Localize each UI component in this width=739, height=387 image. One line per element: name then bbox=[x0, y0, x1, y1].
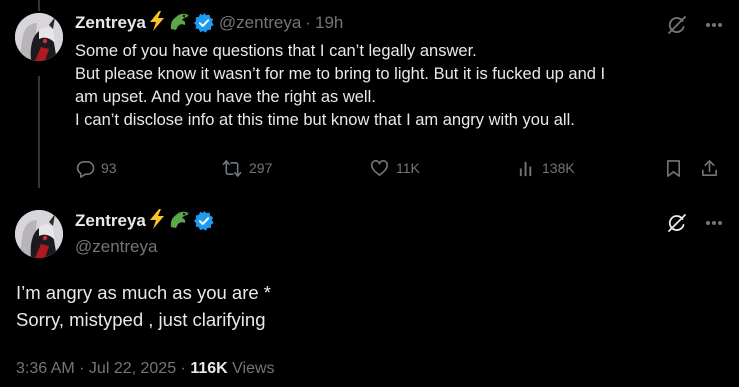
avatar[interactable] bbox=[15, 210, 63, 258]
lightning-emoji bbox=[148, 208, 166, 234]
reply-button[interactable]: 93 bbox=[76, 159, 117, 178]
tweet-header: Zentreya bbox=[75, 208, 214, 234]
like-count: 11K bbox=[396, 160, 420, 176]
handle[interactable]: @zentreya bbox=[219, 13, 301, 33]
tweet-body: Some of you have questions that I can’t … bbox=[75, 40, 725, 132]
avatar[interactable] bbox=[15, 13, 63, 61]
separator-dot: · bbox=[305, 13, 312, 32]
views-chart-icon bbox=[519, 161, 532, 176]
crocodile-emoji bbox=[168, 209, 190, 234]
display-name[interactable]: Zentreya bbox=[75, 13, 146, 33]
thread-line-top bbox=[38, 0, 40, 11]
tweet-line: But please know it wasn’t for me to brin… bbox=[75, 65, 606, 83]
lightning-emoji bbox=[148, 10, 166, 36]
verified-badge-icon[interactable] bbox=[193, 211, 214, 231]
tweet-header: Zentreya @zentreya · 19h bbox=[75, 10, 343, 36]
avatar-image bbox=[15, 210, 63, 258]
handle[interactable]: @zentreya bbox=[75, 237, 157, 257]
crocodile-emoji bbox=[168, 11, 190, 36]
tweet-line: am upset. And you have the right as well… bbox=[75, 88, 376, 106]
repost-count: 297 bbox=[249, 160, 273, 176]
views-total: 116K bbox=[190, 360, 228, 377]
tweet-meta: 3:36 AM · Jul 22, 2025 · 116K Views bbox=[16, 360, 275, 378]
grok-icon[interactable] bbox=[667, 213, 687, 233]
views-button[interactable]: 138K bbox=[517, 159, 575, 178]
more-icon[interactable] bbox=[705, 220, 723, 226]
more-icon[interactable] bbox=[705, 22, 723, 28]
repost-icon bbox=[222, 159, 242, 177]
tweet-line: I can’t disclose info at this time but k… bbox=[75, 111, 575, 129]
views-count: 138K bbox=[542, 160, 575, 176]
share-button[interactable] bbox=[700, 159, 719, 178]
tweet-time[interactable]: 19h bbox=[315, 13, 343, 33]
bookmark-icon bbox=[666, 159, 681, 177]
tweet-line: Sorry, mistyped , just clarifying bbox=[16, 309, 266, 330]
heart-icon bbox=[371, 159, 388, 176]
tweet-top-actions bbox=[667, 15, 723, 35]
share-icon bbox=[702, 159, 717, 176]
tweet-line: Some of you have questions that I can’t … bbox=[75, 42, 477, 60]
grok-icon[interactable] bbox=[667, 15, 687, 35]
avatar-image bbox=[15, 13, 63, 61]
reply-count: 93 bbox=[101, 160, 117, 176]
tweet-actions: 93 297 11K 138K bbox=[0, 156, 739, 180]
tweet-top-actions bbox=[667, 213, 723, 233]
views-label: Views bbox=[232, 360, 275, 377]
tweet-timestamp[interactable]: 3:36 AM · Jul 22, 2025 · bbox=[16, 360, 186, 377]
repost-button[interactable]: 297 bbox=[221, 159, 272, 178]
tweet-body: I’m angry as much as you are * Sorry, mi… bbox=[16, 279, 716, 333]
verified-badge-icon[interactable] bbox=[193, 13, 214, 33]
bookmark-button[interactable] bbox=[664, 159, 683, 178]
tweet-line: I’m angry as much as you are * bbox=[16, 282, 271, 303]
display-name[interactable]: Zentreya bbox=[75, 211, 146, 231]
reply-icon bbox=[76, 160, 95, 178]
like-button[interactable]: 11K bbox=[369, 159, 420, 178]
